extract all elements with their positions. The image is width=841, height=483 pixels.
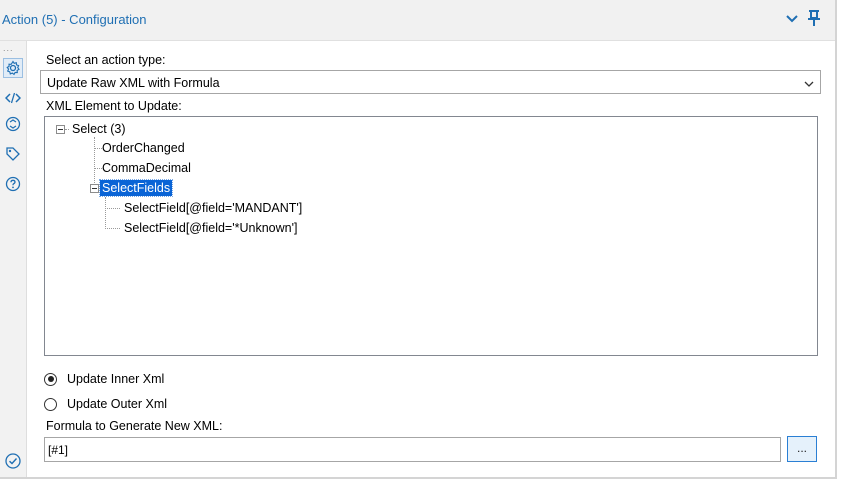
update-outer-xml-label: Update Outer Xml (67, 397, 168, 411)
gear-icon[interactable] (3, 58, 23, 78)
collapse-toggle[interactable] (90, 184, 99, 193)
tree-node-selectfield-unknown[interactable]: SelectField[@field='*Unknown'] (124, 220, 297, 236)
formula-input[interactable]: [#1] (44, 437, 781, 462)
action-type-value: Update Raw XML with Formula (47, 76, 220, 90)
tree-node-commadecimal[interactable]: CommaDecimal (102, 160, 191, 176)
update-inner-xml-option[interactable]: Update Inner Xml (44, 370, 164, 388)
tool-icon[interactable] (3, 114, 23, 134)
chevron-down-icon (804, 78, 814, 88)
chevron-down-icon[interactable] (785, 12, 799, 26)
formula-value: [#1] (48, 443, 69, 457)
formula-editor-button[interactable]: ... (787, 436, 817, 462)
code-icon[interactable] (3, 88, 23, 108)
action-type-label: Select an action type: (46, 53, 166, 67)
update-inner-xml-radio[interactable] (44, 372, 57, 386)
update-inner-xml-label: Update Inner Xml (67, 372, 165, 386)
rail-grip: ... (3, 43, 14, 53)
update-outer-xml-option[interactable]: Update Outer Xml (44, 395, 167, 413)
action-type-select[interactable]: Update Raw XML with Formula (40, 70, 821, 94)
tree-node-root[interactable]: Select (3) (72, 121, 126, 137)
tree-node-selectfield-mandant[interactable]: SelectField[@field='MANDANT'] (124, 200, 302, 216)
xml-element-tree[interactable]: Select (3) OrderChanged CommaDecimal Sel… (44, 116, 818, 356)
formula-label: Formula to Generate New XML: (46, 419, 223, 433)
xml-element-label: XML Element to Update: (46, 99, 182, 113)
tree-node-selectfields[interactable]: SelectFields (98, 179, 174, 197)
panel-title: Action (5) - Configuration (2, 12, 147, 27)
configuration-panel: Action (5) - Configuration ... Select an… (0, 0, 837, 479)
tag-icon[interactable] (3, 144, 23, 164)
help-icon[interactable] (3, 174, 23, 194)
collapse-toggle[interactable] (56, 125, 65, 134)
panel-titlebar: Action (5) - Configuration (0, 0, 835, 41)
tree-node-orderchanged[interactable]: OrderChanged (102, 140, 185, 156)
pin-icon[interactable] (806, 9, 822, 27)
check-circle-icon (4, 452, 22, 470)
update-outer-xml-radio[interactable] (44, 397, 57, 411)
